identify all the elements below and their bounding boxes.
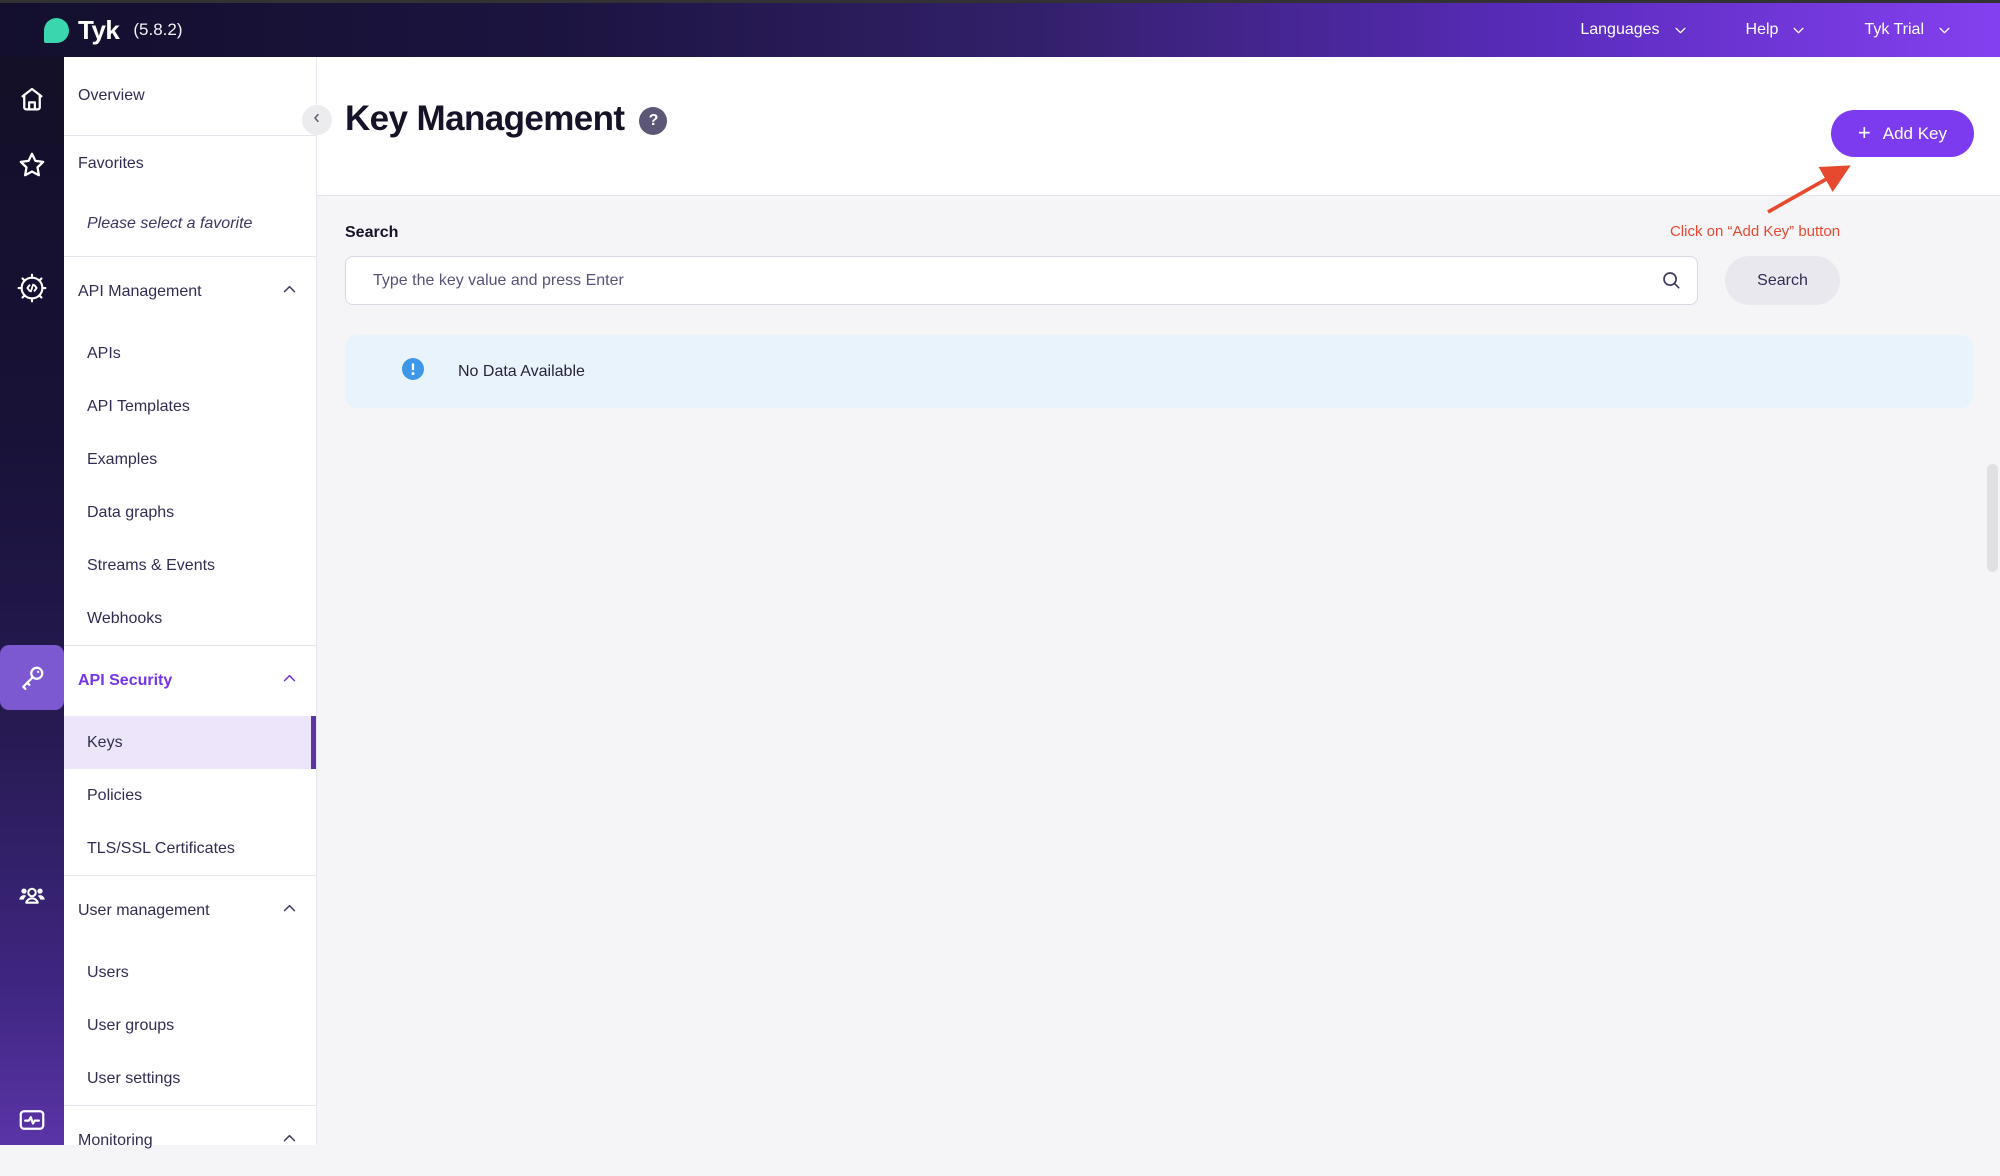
sidebar-item-streams-events[interactable]: Streams & Events bbox=[64, 539, 316, 592]
no-data-text: No Data Available bbox=[458, 363, 585, 381]
sidebar-section-user-management[interactable]: User management bbox=[64, 876, 316, 946]
brand-name: Tyk bbox=[78, 15, 119, 46]
main-header: Key Management ? + Add Key bbox=[317, 57, 2000, 196]
sidebar-item-user-settings[interactable]: User settings bbox=[64, 1052, 316, 1105]
sidebar-section-api-security[interactable]: API Security bbox=[64, 646, 316, 716]
rail-api-management[interactable] bbox=[17, 273, 47, 303]
sidebar-item-apis[interactable]: APIs bbox=[64, 327, 316, 380]
no-data-alert: No Data Available bbox=[345, 335, 1973, 408]
search-input[interactable] bbox=[345, 256, 1698, 305]
tyk-logo[interactable]: Tyk bbox=[44, 15, 119, 46]
chevron-down-icon bbox=[1673, 23, 1688, 38]
plus-icon: + bbox=[1858, 122, 1871, 144]
search-input-wrap bbox=[345, 256, 1698, 305]
rail-home[interactable] bbox=[17, 84, 47, 114]
menu-languages[interactable]: Languages bbox=[1580, 21, 1687, 39]
sidebar: Overview Favorites Please select a favor… bbox=[64, 57, 317, 1145]
rail-user-management[interactable] bbox=[17, 880, 47, 910]
monitoring-icon bbox=[17, 1105, 47, 1135]
annotation-arrow bbox=[1758, 156, 1862, 220]
sidebar-item-api-templates[interactable]: API Templates bbox=[64, 380, 316, 433]
sidebar-item-data-graphs[interactable]: Data graphs bbox=[64, 486, 316, 539]
sidebar-favorites-header[interactable]: Favorites bbox=[64, 136, 316, 192]
window-top-strip bbox=[0, 0, 2000, 3]
chevron-left-icon bbox=[309, 110, 325, 131]
users-icon bbox=[17, 880, 47, 910]
page-title: Key Management bbox=[345, 99, 624, 139]
icon-rail bbox=[0, 57, 64, 1145]
sidebar-section-api-management[interactable]: API Management bbox=[64, 257, 316, 327]
api-gear-icon bbox=[17, 273, 47, 303]
topbar-menus: Languages Help Tyk Trial bbox=[1580, 21, 1952, 39]
content-area: Search Search No Data Available bbox=[317, 196, 2000, 1145]
sidebar-item-tls-ssl-certificates[interactable]: TLS/SSL Certificates bbox=[64, 822, 316, 875]
sidebar-item-keys[interactable]: Keys bbox=[64, 716, 316, 769]
sidebar-item-examples[interactable]: Examples bbox=[64, 433, 316, 486]
sidebar-collapse-button[interactable] bbox=[302, 105, 332, 135]
help-icon[interactable]: ? bbox=[639, 107, 667, 135]
chevron-up-icon bbox=[281, 281, 298, 303]
chevron-up-icon bbox=[281, 670, 298, 692]
sidebar-item-user-groups[interactable]: User groups bbox=[64, 999, 316, 1052]
chevron-down-icon bbox=[1791, 23, 1806, 38]
chevron-down-icon bbox=[1937, 23, 1952, 38]
sidebar-item-users[interactable]: Users bbox=[64, 946, 316, 999]
key-icon bbox=[17, 663, 47, 693]
sidebar-item-policies[interactable]: Policies bbox=[64, 769, 316, 822]
rail-favorites[interactable] bbox=[17, 150, 47, 180]
search-label: Search bbox=[345, 224, 398, 242]
rail-monitoring[interactable] bbox=[17, 1105, 47, 1135]
chevron-up-icon bbox=[281, 1130, 298, 1152]
add-key-button[interactable]: + Add Key bbox=[1831, 110, 1974, 157]
sidebar-section-monitoring[interactable]: Monitoring bbox=[64, 1106, 316, 1176]
chevron-up-icon bbox=[281, 900, 298, 922]
home-icon bbox=[17, 84, 47, 114]
tyk-leaf-icon bbox=[44, 18, 69, 43]
scrollbar-thumb[interactable] bbox=[1987, 464, 1998, 572]
annotation-text: Click on “Add Key” button bbox=[1655, 223, 1855, 240]
version-label: (5.8.2) bbox=[133, 20, 182, 40]
search-button[interactable]: Search bbox=[1725, 256, 1840, 305]
sidebar-item-webhooks[interactable]: Webhooks bbox=[64, 592, 316, 645]
star-icon bbox=[17, 150, 47, 180]
menu-tyk-trial[interactable]: Tyk Trial bbox=[1864, 21, 1952, 39]
sidebar-favorites-empty: Please select a favorite bbox=[64, 192, 316, 256]
info-icon bbox=[401, 357, 425, 386]
sidebar-item-overview[interactable]: Overview bbox=[64, 57, 316, 135]
topbar: Tyk (5.8.2) Languages Help Tyk Trial bbox=[0, 3, 2000, 57]
rail-api-security-active[interactable] bbox=[0, 645, 64, 710]
menu-help[interactable]: Help bbox=[1746, 21, 1807, 39]
